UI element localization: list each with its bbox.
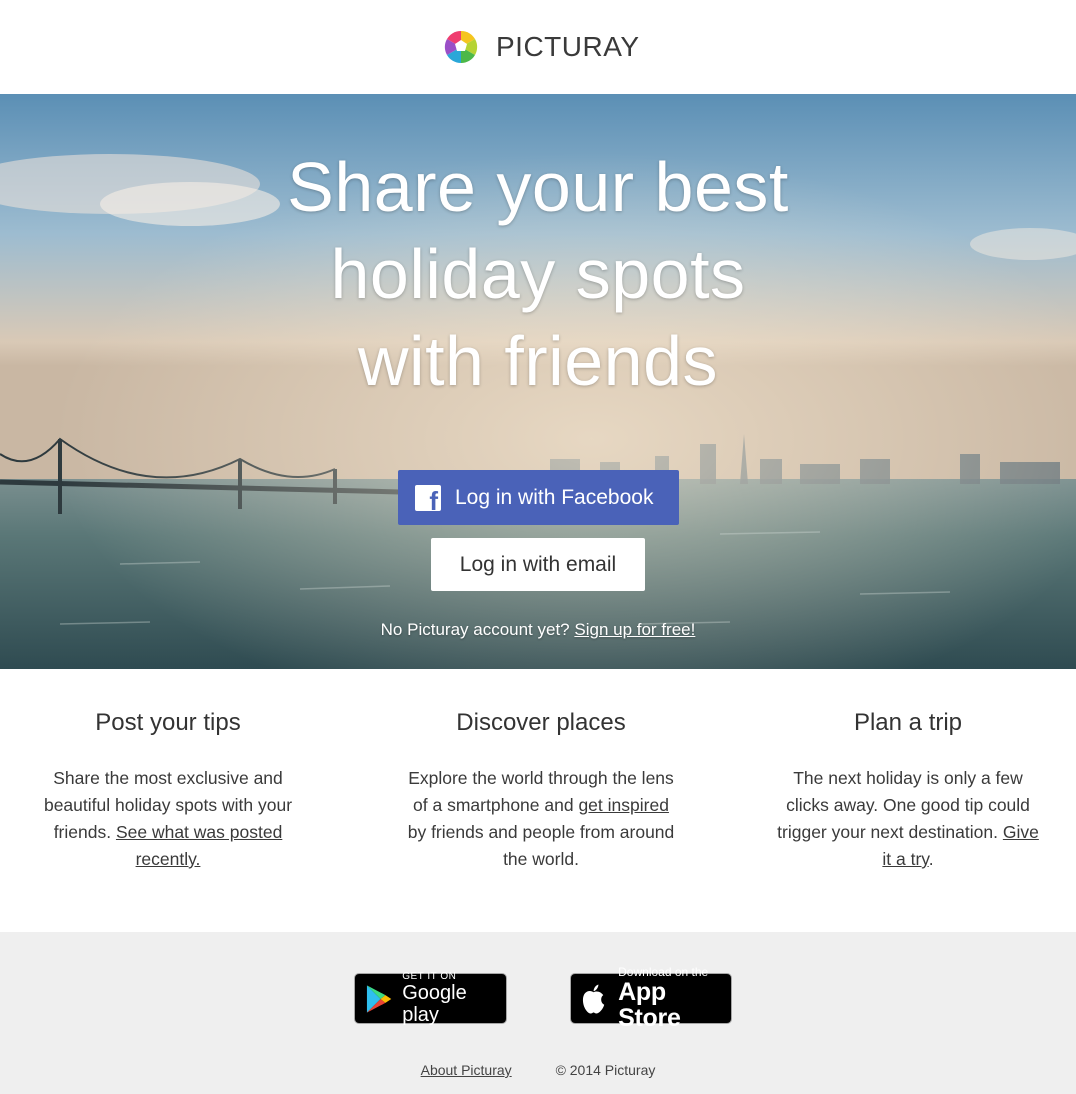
google-play-big-text: Google play — [402, 982, 467, 1026]
brand-name: PICTURAY — [496, 31, 640, 62]
footer-links: About Picturay © 2014 Picturay — [0, 1062, 1076, 1078]
google-play-badge[interactable]: GET IT ON Google play — [354, 971, 507, 1026]
features-section: Post your tips Share the most exclusive … — [0, 669, 1076, 932]
copyright-text: © 2014 Picturay — [555, 1062, 656, 1078]
hero-section: Share your best holiday spots with frien… — [0, 94, 1076, 669]
feature-text: Explore the world through the lens of a … — [405, 765, 677, 873]
app-store-badge[interactable]: Download on the App Store — [570, 966, 732, 1031]
feature-post-tips: Post your tips Share the most exclusive … — [40, 709, 296, 873]
login-facebook-button[interactable]: f Log in with Facebook — [398, 470, 679, 525]
feature-body: The next holiday is only a few clicks aw… — [777, 768, 1030, 842]
apple-icon — [582, 983, 605, 1014]
signup-prompt: No Picturay account yet? Sign up for fre… — [0, 620, 1076, 640]
hero-headline-line-3: with friends — [357, 322, 719, 400]
feature-body-end: . — [928, 849, 934, 869]
google-play-icon — [366, 984, 392, 1013]
signup-prompt-text: No Picturay account yet? — [380, 620, 570, 639]
signup-link[interactable]: Sign up for free! — [574, 620, 695, 639]
app-store-big-text: App Store — [618, 978, 681, 1032]
feature-title: Post your tips — [95, 709, 241, 736]
feature-text: The next holiday is only a few clicks aw… — [777, 765, 1039, 873]
feature-discover-places: Discover places Explore the world throug… — [405, 709, 677, 873]
feature-text: Share the most exclusive and beautiful h… — [40, 765, 296, 873]
facebook-icon: f — [415, 484, 441, 514]
picturay-logo-icon — [444, 30, 478, 64]
hero-headline: Share your best holiday spots with frien… — [0, 144, 1076, 405]
feature-title: Discover places — [456, 709, 626, 736]
site-header: PICTURAY — [0, 0, 1076, 94]
feature-title: Plan a trip — [853, 709, 963, 736]
app-store-text: Download on the App Store — [618, 966, 731, 1032]
feature-plan-trip: Plan a trip The next holiday is only a f… — [777, 709, 1039, 873]
hero-headline-line-2: holiday spots — [330, 235, 746, 313]
get-inspired-link[interactable]: get inspired — [578, 795, 668, 815]
site-footer: GET IT ON Google play Download on the Ap… — [0, 932, 1076, 1094]
google-play-text: GET IT ON Google play — [402, 971, 506, 1026]
brand-logo[interactable]: PICTURAY — [444, 28, 640, 66]
hero-headline-line-1: Share your best — [287, 148, 789, 226]
login-facebook-label: Log in with Facebook — [455, 485, 654, 509]
see-recent-posts-link[interactable]: See what was posted recently. — [116, 822, 282, 869]
about-link[interactable]: About Picturay — [421, 1062, 512, 1078]
login-email-button[interactable]: Log in with email — [431, 538, 645, 591]
google-play-small-text: GET IT ON — [402, 971, 457, 982]
feature-body-end: by friends and people from around the wo… — [407, 822, 675, 869]
